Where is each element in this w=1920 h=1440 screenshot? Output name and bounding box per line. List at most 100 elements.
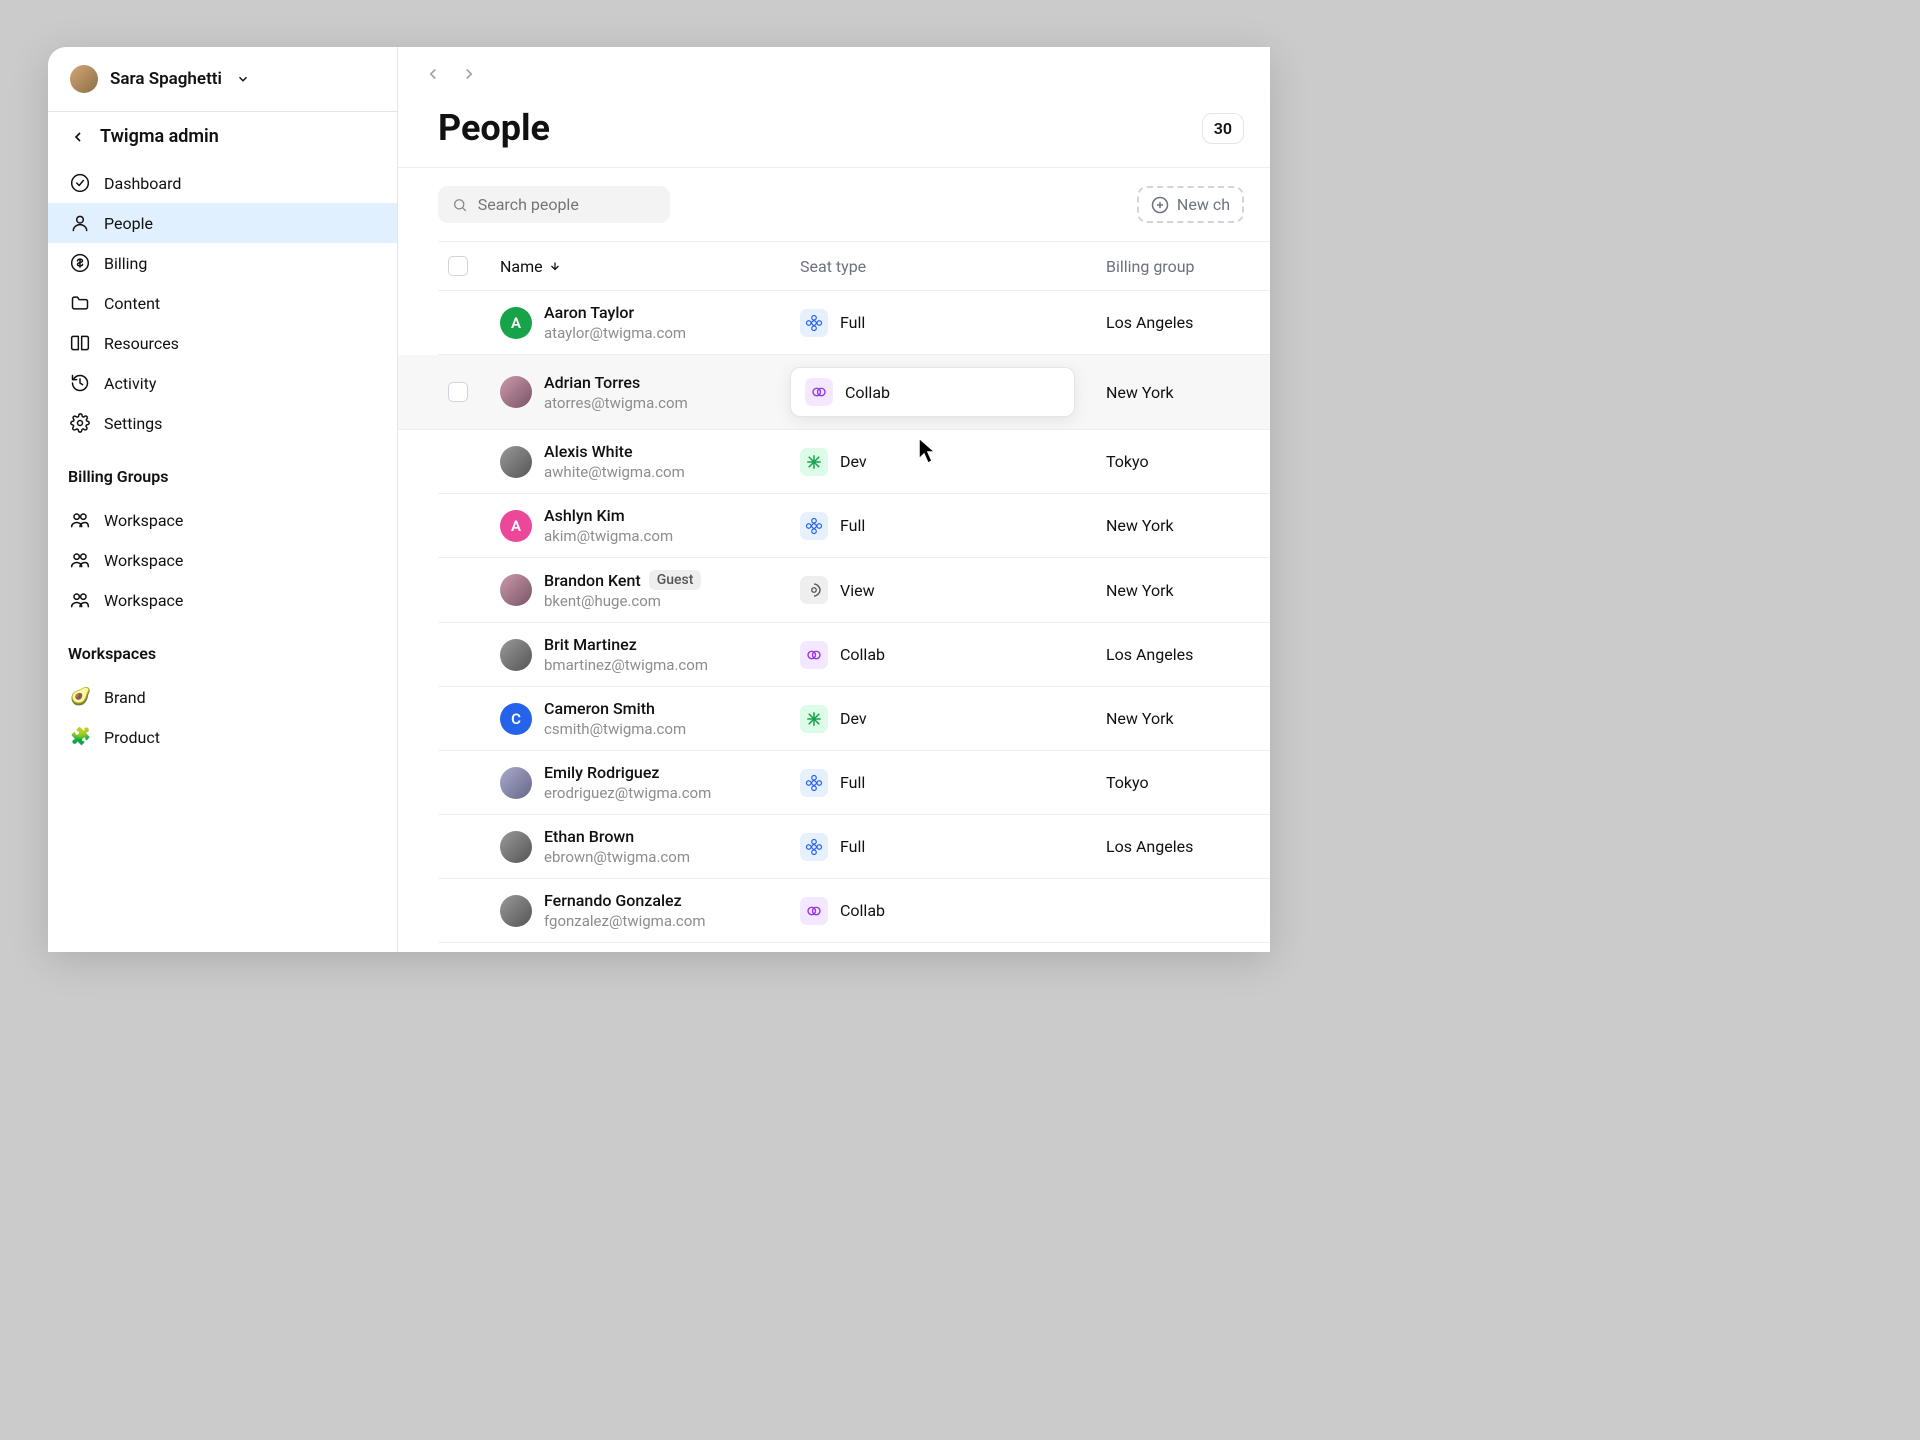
nav-forward-icon[interactable] <box>460 65 478 83</box>
billing-cell[interactable]: Los Angeles <box>1100 645 1270 664</box>
person-email: fgonzalez@twigma.com <box>544 912 706 930</box>
person-email: ebrown@twigma.com <box>544 848 690 866</box>
seat-collab-icon <box>800 897 828 925</box>
search-input-wrapper[interactable] <box>438 186 670 223</box>
seat-cell[interactable]: View <box>800 576 1100 604</box>
person-name: Ethan Brown <box>544 827 690 846</box>
person-name: Fernando Gonzalez <box>544 891 706 910</box>
table-row[interactable]: Alexis White awhite@twigma.com Dev Tokyo <box>438 430 1270 494</box>
table-row[interactable]: Brandon KentGuestbkent@huge.comViewNew Y… <box>438 558 1270 623</box>
person-name: Aaron Taylor <box>544 303 686 322</box>
person-avatar <box>500 376 532 408</box>
table-row[interactable]: Adrian Torresatorres@twigma.comCollabNew… <box>398 355 1270 430</box>
seat-label: Collab <box>840 901 885 920</box>
sidebar-item-label: People <box>104 214 153 233</box>
table-row[interactable]: CCameron Smithcsmith@twigma.comDevNew Yo… <box>438 687 1270 751</box>
sidebar-item-dashboard[interactable]: Dashboard <box>48 163 397 203</box>
billing-cell[interactable]: Tokyo <box>1100 452 1270 471</box>
column-seat[interactable]: Seat type <box>800 257 1100 276</box>
person-name: Alexis White <box>544 442 685 461</box>
billing-cell[interactable]: Tokyo <box>1100 773 1270 792</box>
history-icon <box>70 373 90 393</box>
select-all-checkbox[interactable] <box>448 256 468 276</box>
sidebar-item-label: Workspace <box>104 511 183 530</box>
seat-cell[interactable]: Full <box>800 833 1100 861</box>
people-icon <box>70 550 90 570</box>
person-email: bmartinez@twigma.com <box>544 656 708 674</box>
plus-circle-icon <box>1151 196 1169 214</box>
back-to-admin[interactable]: Twigma admin <box>48 112 397 155</box>
account-switcher[interactable]: Sara Spaghetti <box>48 47 397 112</box>
seat-label: Collab <box>840 645 885 664</box>
billing-group-item[interactable]: Workspace <box>48 540 397 580</box>
sidebar-item-activity[interactable]: Activity <box>48 363 397 403</box>
person-cell: Brit Martinezbmartinez@twigma.com <box>500 635 800 674</box>
seat-cell[interactable]: Full <box>800 769 1100 797</box>
person-avatar <box>500 831 532 863</box>
seat-full-icon <box>800 309 828 337</box>
sidebar-item-settings[interactable]: Settings <box>48 403 397 443</box>
table-row[interactable]: AAaron Taylorataylor@twigma.comFullLos A… <box>438 291 1270 355</box>
row-checkbox-placeholder <box>448 452 468 472</box>
person-email: awhite@twigma.com <box>544 463 685 481</box>
sidebar-item-resources[interactable]: Resources <box>48 323 397 363</box>
row-checkbox-placeholder <box>448 580 468 600</box>
billing-cell[interactable]: New York <box>1100 383 1270 402</box>
person-cell: Brandon KentGuestbkent@huge.com <box>500 570 800 610</box>
sidebar-item-billing[interactable]: Billing <box>48 243 397 283</box>
table-row[interactable]: AAshlyn Kimakim@twigma.comFullNew York <box>438 494 1270 558</box>
table-row[interactable]: Ethan Brown ebrown@twigma.com FullLos Ange… <box>438 815 1270 879</box>
seat-label: Dev <box>840 709 867 728</box>
seat-label: Full <box>840 516 865 535</box>
seat-label: Full <box>840 773 865 792</box>
table-row[interactable]: Brit Martinezbmartinez@twigma.com Collab L… <box>438 623 1270 687</box>
gear-icon <box>70 413 90 433</box>
row-checkbox-placeholder <box>448 901 468 921</box>
workspace-item-product[interactable]: 🧩Product <box>48 717 397 757</box>
workspace-emoji: 🥑 <box>70 687 90 707</box>
seat-cell[interactable]: Collab <box>800 641 1100 669</box>
row-checkbox[interactable] <box>448 382 468 402</box>
sidebar-item-content[interactable]: Content <box>48 283 397 323</box>
row-checkbox-placeholder <box>448 645 468 665</box>
table-row[interactable]: Emily Rodriguezerodriguez@twigma.com Full… <box>438 751 1270 815</box>
seat-cell[interactable]: Full <box>800 309 1100 337</box>
sidebar-item-label: Billing <box>104 254 147 273</box>
seat-cell[interactable]: Dev <box>800 448 1100 476</box>
people-icon <box>70 590 90 610</box>
seat-cell[interactable]: Collab <box>790 367 1075 417</box>
billing-cell[interactable]: Los Angeles <box>1100 313 1270 332</box>
people-icon <box>70 510 90 530</box>
person-email: akim@twigma.com <box>544 527 673 545</box>
table-row[interactable]: Fernando Gonzalez fgonzalez@twigma.com Col… <box>438 879 1270 943</box>
sidebar-item-people[interactable]: People <box>48 203 397 243</box>
column-billing[interactable]: Billing group <box>1100 257 1270 276</box>
seat-cell[interactable]: Collab <box>800 897 1100 925</box>
new-button[interactable]: New ch <box>1137 186 1244 223</box>
seat-label: Dev <box>840 452 867 471</box>
person-email: atorres@twigma.com <box>544 394 688 412</box>
billing-group-item[interactable]: Workspace <box>48 500 397 540</box>
seat-cell[interactable]: Dev <box>800 705 1100 733</box>
row-checkbox-placeholder <box>448 837 468 857</box>
search-input[interactable] <box>478 195 656 214</box>
billing-cell[interactable]: Los Angeles <box>1100 837 1270 856</box>
sidebar-item-label: Content <box>104 294 160 313</box>
sidebar-item-label: Activity <box>104 374 156 393</box>
page-title: People <box>438 107 550 149</box>
check-circle-icon <box>70 173 90 193</box>
workspace-item-brand[interactable]: 🥑Brand <box>48 677 397 717</box>
person-cell: Emily Rodriguezerodriguez@twigma.com <box>500 763 800 802</box>
guest-badge: Guest <box>649 570 702 590</box>
row-checkbox-placeholder <box>448 516 468 536</box>
seat-cell[interactable]: Full <box>800 512 1100 540</box>
billing-cell[interactable]: New York <box>1100 709 1270 728</box>
billing-cell[interactable]: New York <box>1100 581 1270 600</box>
nav-back-icon[interactable] <box>424 65 442 83</box>
billing-cell[interactable]: New York <box>1100 516 1270 535</box>
person-email: ataylor@twigma.com <box>544 324 686 342</box>
billing-groups-header: Billing Groups <box>48 451 397 492</box>
seat-full-icon <box>800 769 828 797</box>
billing-group-item[interactable]: Workspace <box>48 580 397 620</box>
column-name[interactable]: Name <box>500 257 800 276</box>
